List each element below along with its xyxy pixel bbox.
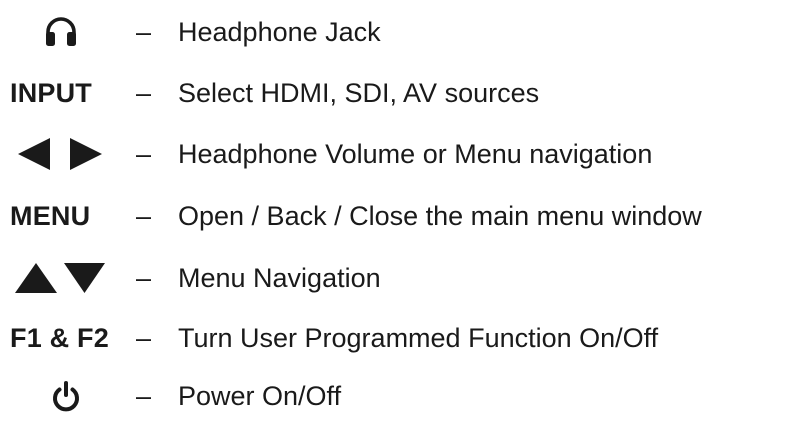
legend-row-power: – Power On/Off bbox=[0, 376, 808, 416]
separator-dash: – bbox=[136, 17, 152, 47]
headphones-icon bbox=[46, 17, 76, 46]
separator-dash: – bbox=[136, 78, 152, 108]
key-up-down bbox=[14, 258, 106, 298]
key-menu: MENU bbox=[10, 196, 122, 236]
key-label-f1-f2: F1 & F2 bbox=[10, 322, 109, 353]
legend-row-menu: MENU – Open / Back / Close the main menu… bbox=[0, 196, 808, 236]
legend-row-input: INPUT – Select HDMI, SDI, AV sources bbox=[0, 73, 808, 113]
description-user-function: Turn User Programmed Function On/Off bbox=[178, 323, 659, 353]
key-label-menu: MENU bbox=[10, 200, 91, 231]
description-main-menu: Open / Back / Close the main menu window bbox=[178, 201, 702, 231]
legend-row-headphone: – Headphone Jack bbox=[0, 12, 808, 52]
description-headphone-jack: Headphone Jack bbox=[178, 17, 381, 47]
down-arrow-icon bbox=[64, 263, 105, 293]
legend-row-left-right: – Headphone Volume or Menu navigation bbox=[0, 134, 808, 174]
button-legend: – Headphone Jack INPUT – Select HDMI, SD… bbox=[0, 0, 808, 425]
right-arrow-icon bbox=[70, 138, 102, 170]
description-menu-navigation: Menu Navigation bbox=[178, 263, 381, 293]
description-power: Power On/Off bbox=[178, 381, 342, 411]
separator-dash: – bbox=[136, 323, 152, 353]
left-arrow-icon bbox=[18, 138, 50, 170]
separator-dash: – bbox=[136, 201, 152, 231]
description-select-sources: Select HDMI, SDI, AV sources bbox=[178, 78, 540, 108]
power-icon bbox=[53, 381, 79, 412]
key-input: INPUT bbox=[10, 73, 122, 113]
up-arrow-icon bbox=[15, 263, 57, 293]
separator-dash: – bbox=[136, 263, 152, 293]
key-f1-f2: F1 & F2 bbox=[10, 318, 132, 358]
key-power bbox=[36, 376, 96, 416]
separator-dash: – bbox=[136, 139, 152, 169]
legend-row-up-down: – Menu Navigation bbox=[0, 258, 808, 298]
description-headphone-volume: Headphone Volume or Menu navigation bbox=[178, 139, 653, 169]
separator-dash: – bbox=[136, 381, 152, 411]
legend-row-f1-f2: F1 & F2 – Turn User Programmed Function … bbox=[0, 318, 808, 358]
left-right-triangle-arrows-icon bbox=[18, 138, 102, 170]
key-headphone bbox=[28, 12, 94, 52]
key-label-input: INPUT bbox=[10, 77, 92, 108]
up-down-triangle-arrows-icon bbox=[15, 263, 105, 293]
key-left-right bbox=[14, 134, 106, 174]
